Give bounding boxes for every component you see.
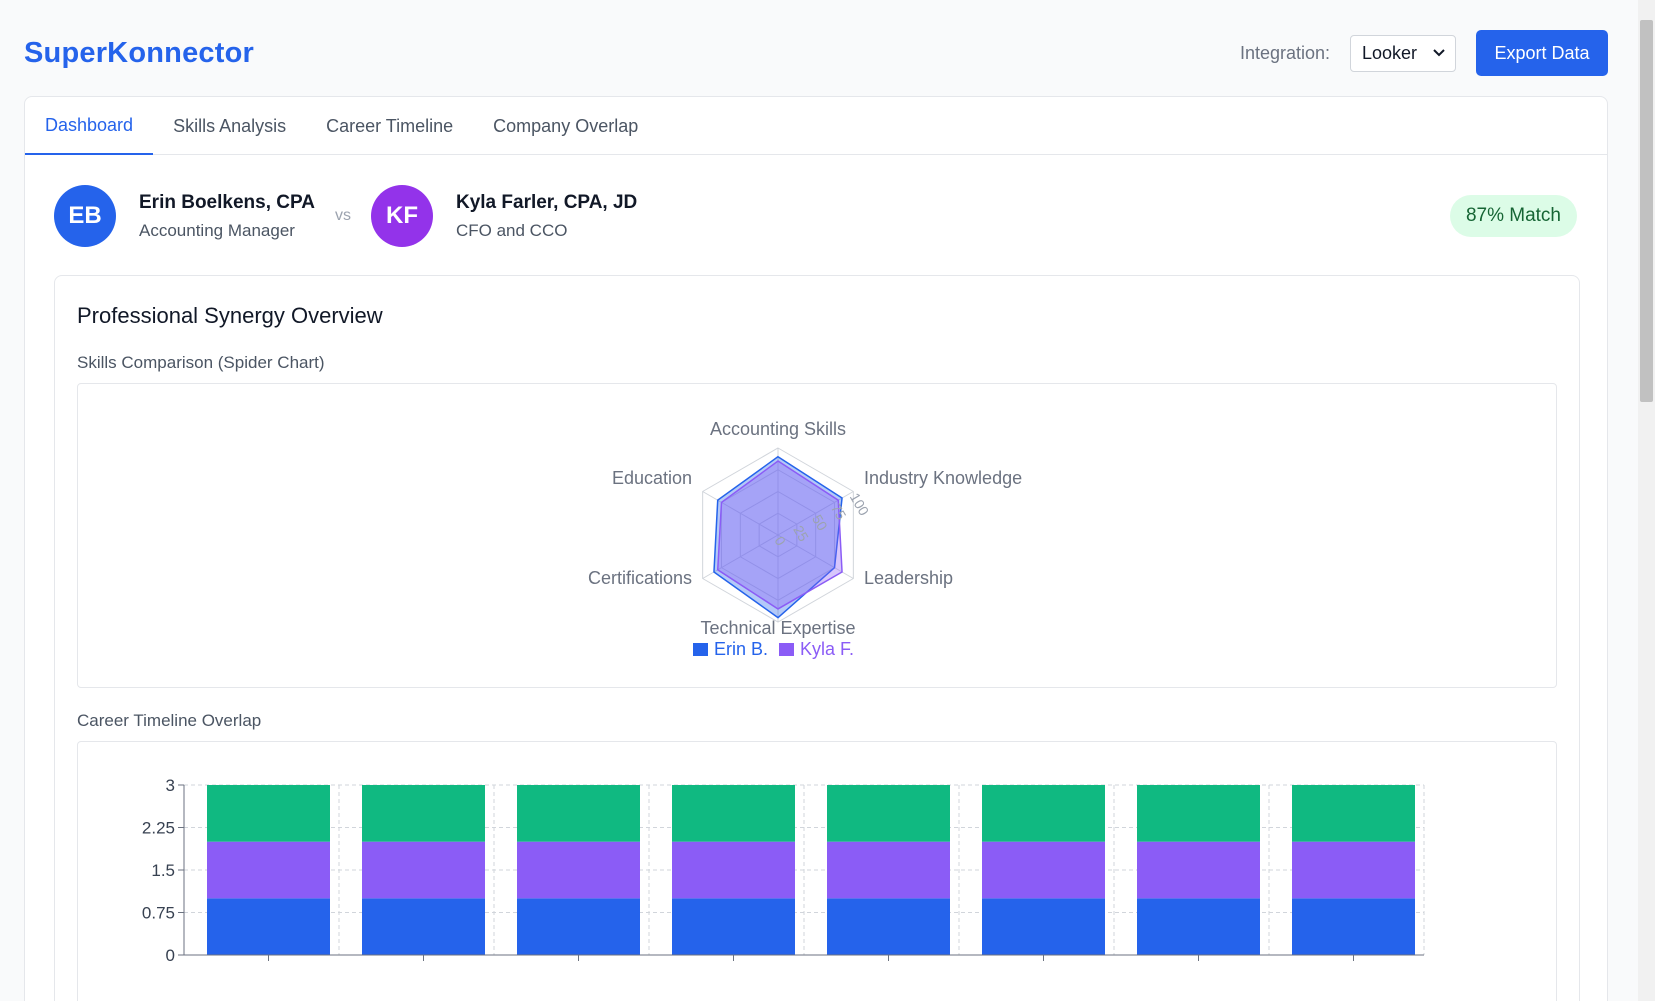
radar-tick-label: 100	[847, 490, 873, 518]
radar-axis-label: Industry Knowledge	[864, 468, 1022, 488]
panel-title: Professional Synergy Overview	[77, 303, 383, 328]
bar-segment	[517, 898, 640, 955]
bar-chart-box: 0 0.75 1.5 2.25 3	[77, 741, 1557, 1001]
app-title: SuperKonnector	[24, 36, 254, 69]
stacked-bar-chart: 0 0.75 1.5 2.25 3	[142, 776, 1425, 965]
bar-segment	[827, 898, 950, 955]
radar-axis-label: Accounting Skills	[710, 419, 846, 439]
main-card: Dashboard Skills Analysis Career Timelin…	[24, 96, 1608, 1001]
avatar: EB	[54, 185, 116, 247]
radar-axis-label: Technical Expertise	[700, 618, 855, 638]
y-tick-label: 0.75	[142, 904, 175, 923]
radar-axis-label: Education	[612, 468, 692, 488]
bar-segment	[827, 785, 950, 842]
chevron-down-icon	[1433, 49, 1445, 57]
bar-segment	[672, 841, 795, 899]
tab-skills-analysis[interactable]: Skills Analysis	[153, 97, 306, 155]
legend-swatch	[693, 643, 708, 656]
bar-segment	[207, 785, 330, 842]
bar-segment	[982, 898, 1105, 955]
radar-chart: 0 255075100Accounting SkillsIndustry Know…	[588, 419, 1022, 659]
integration-select[interactable]: Looker	[1350, 34, 1456, 72]
bar-segment	[362, 785, 485, 842]
radar-axis-label: Leadership	[864, 568, 953, 588]
avatar: KF	[370, 185, 433, 247]
bar-segment	[1292, 898, 1415, 955]
person-b: Kyla Farler, CPA, JD CFO and CCO	[456, 192, 637, 241]
y-tick-label: 2.25	[142, 819, 175, 838]
bar-segment	[517, 841, 640, 899]
bar-segment	[207, 841, 330, 899]
integration-value: Looker	[1362, 42, 1418, 63]
bar-segment	[207, 898, 330, 955]
vs-label: vs	[334, 207, 351, 224]
tab-bar: Dashboard Skills Analysis Career Timelin…	[25, 97, 1607, 155]
synergy-panel: Professional Synergy Overview Skills Com…	[54, 275, 1580, 1001]
timeline-label: Career Timeline Overlap	[77, 711, 262, 730]
page-scrollbar[interactable]	[1638, 0, 1655, 1001]
match-badge: 87% Match	[1449, 195, 1577, 237]
scrollbar-thumb[interactable]	[1640, 20, 1653, 402]
person-a-name: Erin Boelkens, CPA	[139, 191, 315, 213]
bar-segment	[1292, 785, 1415, 842]
bar-segment	[1137, 841, 1260, 899]
y-tick-label: 3	[166, 776, 175, 795]
y-tick-label: 0	[166, 946, 175, 965]
top-bar: SuperKonnector Integration: Looker Expor…	[24, 30, 1608, 76]
bar-segment	[362, 898, 485, 955]
bar-segment	[517, 785, 640, 842]
bar-segment	[982, 785, 1105, 842]
bar-segment	[827, 841, 950, 899]
person-b-name: Kyla Farler, CPA, JD	[455, 191, 638, 213]
bar-segment	[672, 785, 795, 842]
tab-dashboard[interactable]: Dashboard	[25, 97, 154, 155]
legend-label: Kyla F.	[800, 639, 854, 659]
header-controls: Integration: Looker Export Data	[1240, 30, 1608, 76]
legend-swatch	[779, 643, 794, 656]
bar-segment	[362, 841, 485, 899]
bar-segment	[1137, 898, 1260, 955]
bar-segment	[672, 898, 795, 955]
legend-label: Erin B.	[714, 639, 768, 659]
radar-chart-box: 0 25 50 75 100 Accounting Skills Industry Know…	[77, 383, 1557, 688]
integration-label: Integration:	[1239, 42, 1330, 63]
radar-axis-label: Certifications	[588, 568, 692, 588]
export-data-button[interactable]: Export Data	[1476, 30, 1608, 76]
skills-label: Skills Comparison (Spider Chart)	[77, 353, 325, 372]
bar-segment	[982, 841, 1105, 899]
bar-segment	[1292, 841, 1415, 899]
person-a-role: Accounting Manager	[139, 220, 295, 240]
bar-segment	[1137, 785, 1260, 842]
person-a: Erin Boelkens, CPA Accounting Manager	[139, 192, 315, 241]
tab-company-overlap[interactable]: Company Overlap	[473, 97, 658, 155]
tab-career-timeline[interactable]: Career Timeline	[306, 97, 473, 155]
y-tick-label: 1.5	[151, 861, 175, 880]
person-b-role: CFO and CCO	[455, 220, 568, 240]
profile-comparison: EB Erin Boelkens, CPA Accounting Manager…	[54, 185, 1580, 247]
